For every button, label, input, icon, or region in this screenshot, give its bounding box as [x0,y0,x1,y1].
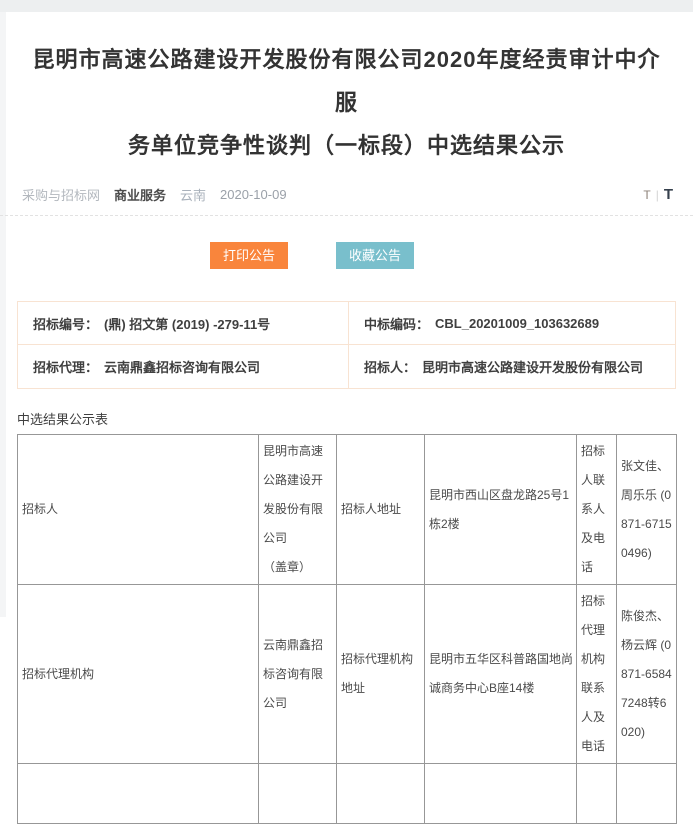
tenderee-contact-cell: 张文佳、周乐乐 (0871-67150496) [617,435,677,585]
table-row: 招标人 昆明市高速公路建设开发股份有限公司 （盖章） 招标人地址 昆明市西山区盘… [18,435,677,585]
publish-date: 2020-10-09 [220,187,287,202]
print-announcement-button[interactable]: 打印公告 [210,242,288,269]
table-row [18,764,677,824]
page-title: 昆明市高速公路建设开发股份有限公司2020年度经责审计中介服 务单位竞争性谈判（… [28,38,665,167]
page-title-line2: 务单位竞争性谈判（一标段）中选结果公示 [128,133,565,158]
action-buttons-row: 打印公告 收藏公告 [0,216,693,269]
empty-cell [577,764,617,824]
agency-contact-cell: 陈俊杰、杨云辉 (0871-65847248转6020) [617,585,677,764]
agency-address-label: 招标代理机构地址 [337,585,425,764]
top-page-strip [0,0,693,12]
empty-cell [18,764,259,824]
win-code-value: CBL_20201009_103632689 [435,316,599,331]
tenderee-value: 昆明市高速公路建设开发股份有限公司 [422,357,643,376]
result-table: 招标人 昆明市高速公路建设开发股份有限公司 （盖章） 招标人地址 昆明市西山区盘… [17,434,677,824]
bid-summary-box: 招标编号： (鼎) 招文第 (2019) -279-11号 中标编码： CBL_… [17,301,676,389]
bid-number-value: (鼎) 招文第 (2019) -279-11号 [104,314,270,333]
agency-value: 云南鼎鑫招标咨询有限公司 [104,357,260,376]
result-table-caption: 中选结果公示表 [17,409,693,428]
font-size-separator: | [656,188,659,202]
breadcrumb-category-link[interactable]: 商业服务 [114,185,166,204]
empty-cell [617,764,677,824]
tenderee-contact-label: 招标人联系人及电话 [577,435,617,585]
page-title-line1: 昆明市高速公路建设开发股份有限公司2020年度经责审计中介服 [33,47,661,115]
tenderee-row-label: 招标人 [18,435,259,585]
tenderee-address-cell: 昆明市西山区盘龙路25号1栋2楼 [425,435,577,585]
agency-name-cell: 云南鼎鑫招标咨询有限公司 [259,585,337,764]
tenderee-label: 招标人： [364,357,416,376]
font-size-controls: T | T [643,186,673,203]
breadcrumb: 采购与招标网 商业服务 云南 2020-10-09 T | T [22,183,673,205]
empty-cell [259,764,337,824]
bid-number-label: 招标编号： [33,314,98,333]
agency-contact-label: 招标代理机构联系人及电话 [577,585,617,764]
font-size-decrease-button[interactable]: T [643,188,650,202]
summary-win-code-cell: 中标编码： CBL_20201009_103632689 [349,302,676,345]
breadcrumb-source-link[interactable]: 采购与招标网 [22,185,100,204]
table-row: 招标代理机构 云南鼎鑫招标咨询有限公司 招标代理机构地址 昆明市五华区科普路国地… [18,585,677,764]
announcement-page: 昆明市高速公路建设开发股份有限公司2020年度经责审计中介服 务单位竞争性谈判（… [0,12,693,824]
agency-row-label: 招标代理机构 [18,585,259,764]
summary-bid-number-cell: 招标编号： (鼎) 招文第 (2019) -279-11号 [18,302,349,345]
summary-tenderee-cell: 招标人： 昆明市高速公路建设开发股份有限公司 [349,345,676,388]
breadcrumb-region-link[interactable]: 云南 [180,185,206,204]
summary-agency-cell: 招标代理： 云南鼎鑫招标咨询有限公司 [18,345,349,388]
tenderee-address-label: 招标人地址 [337,435,425,585]
empty-cell [425,764,577,824]
empty-cell [337,764,425,824]
agency-address-cell: 昆明市五华区科普路国地尚诚商务中心B座14楼 [425,585,577,764]
agency-label: 招标代理： [33,357,98,376]
favorite-announcement-button[interactable]: 收藏公告 [336,242,414,269]
win-code-label: 中标编码： [364,314,429,333]
font-size-increase-button[interactable]: T [664,186,673,203]
tenderee-name-cell: 昆明市高速公路建设开发股份有限公司 （盖章） [259,435,337,585]
